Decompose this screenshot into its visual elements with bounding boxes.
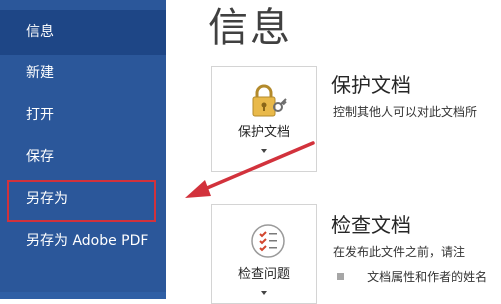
list-item: 文档属性和作者的姓名: [337, 266, 487, 285]
sidebar-item-save-as[interactable]: 另存为: [0, 190, 166, 212]
protect-document-label: 保护文档: [237, 125, 290, 140]
sidebar-item-save-as-pdf[interactable]: 另存为 Adobe PDF: [0, 232, 166, 272]
check-for-issues-label: 检查问题: [237, 267, 290, 282]
chevron-down-icon: [261, 149, 267, 153]
protect-document-button[interactable]: 保护文档: [211, 66, 317, 172]
sidebar-item-label: 保存: [26, 149, 54, 165]
inspect-document-heading: 检查文档: [331, 213, 411, 237]
inspect-document-description: 在发布此文件之前，请注: [333, 245, 466, 259]
sidebar-item-label: 打开: [26, 107, 54, 123]
backstage-sidebar: 信息 新建 打开 保存 另存为 另存为 Adobe PDF: [0, 0, 166, 299]
sidebar-divider: [0, 292, 166, 299]
sidebar-item-new[interactable]: 新建: [0, 64, 166, 86]
check-for-issues-button[interactable]: 检查问题: [211, 204, 317, 304]
lock-key-icon: [252, 84, 287, 117]
bullet-icon: [337, 273, 344, 280]
page-title: 信息: [208, 5, 292, 51]
checklist-icon: [251, 224, 285, 258]
sidebar-item-save[interactable]: 保存: [0, 148, 166, 170]
sidebar-item-label: 另存为: [26, 191, 68, 207]
chevron-down-icon: [261, 291, 267, 295]
sidebar-item-label: 另存为 Adobe PDF: [26, 233, 149, 249]
sidebar-item-label: 新建: [26, 65, 54, 81]
sidebar-item-info[interactable]: 信息: [0, 10, 166, 55]
protect-document-heading: 保护文档: [331, 73, 411, 97]
info-pane: 信息 保护文档 保护文档 控制其他人可以对此文档所 检查问题 检查文档 在发布此…: [166, 0, 501, 304]
sidebar-item-label: 信息: [26, 24, 54, 40]
sidebar-item-open[interactable]: 打开: [0, 106, 166, 128]
protect-document-description: 控制其他人可以对此文档所: [333, 105, 478, 119]
bullet-text: 文档属性和作者的姓名: [367, 270, 488, 284]
